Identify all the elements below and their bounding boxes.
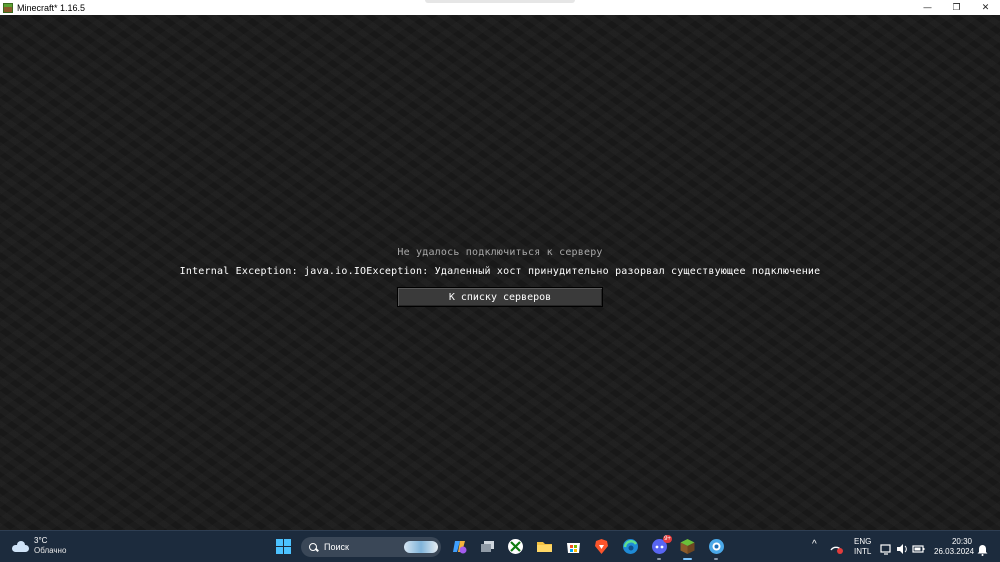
battery-icon[interactable] — [912, 540, 925, 553]
windows-logo-pane — [284, 539, 291, 546]
minecraft-icon[interactable] — [679, 538, 696, 560]
language-code: ENG — [854, 537, 872, 546]
clock-date: 26.03.2024 — [934, 547, 975, 556]
weather-condition: Облачно — [34, 546, 67, 555]
search-icon — [309, 542, 318, 552]
disconnect-reason: Internal Exception: java.io.IOException:… — [179, 266, 821, 277]
windows-logo-icon — [276, 539, 283, 546]
notification-bell-icon[interactable] — [977, 541, 988, 556]
titlebar-drag-tab — [425, 0, 575, 3]
weather-text: 3°C Облачно — [34, 536, 66, 556]
restore-button[interactable]: ❐ — [942, 0, 971, 15]
show-hidden-icons-button[interactable]: ^ — [812, 540, 817, 550]
weather-temperature: 3°C — [34, 536, 48, 545]
search-highlight-art — [404, 541, 438, 553]
back-to-server-list-button[interactable]: К списку серверов — [397, 287, 603, 307]
xbox-icon[interactable] — [507, 538, 524, 555]
copilot-icon[interactable] — [451, 538, 468, 555]
taskbar: 3°C Облачно Поиск 9+ ^ ENG INTL 20:30 26… — [0, 530, 1000, 562]
edge-icon[interactable] — [622, 538, 639, 555]
globe-icon[interactable] — [708, 538, 725, 560]
weather-widget[interactable]: 3°C Облачно — [12, 536, 66, 556]
language-indicator[interactable]: ENG INTL — [854, 537, 871, 557]
cloud-icon — [12, 540, 29, 552]
window-title: Minecraft* 1.16.5 — [17, 2, 86, 13]
windows-logo-pane — [284, 547, 291, 554]
folder-icon[interactable] — [536, 538, 553, 555]
task-view-icon[interactable] — [479, 538, 496, 555]
windows-logo-pane — [276, 547, 283, 554]
start-button[interactable] — [276, 539, 291, 554]
volume-icon[interactable] — [896, 540, 908, 554]
keyboard-layout: INTL — [854, 547, 872, 556]
discord-badge: 9+ — [663, 535, 672, 543]
close-button[interactable]: ✕ — [971, 0, 1000, 15]
clock-time: 20:30 — [951, 537, 972, 546]
display-icon[interactable] — [880, 540, 892, 555]
store-icon[interactable] — [565, 538, 582, 555]
taskbar-search[interactable]: Поиск — [301, 537, 441, 557]
game-viewport: Не удалось подключиться к серверу Intern… — [0, 15, 1000, 530]
network-alert-icon[interactable] — [830, 540, 844, 554]
clock[interactable]: 20:30 26.03.2024 — [934, 537, 975, 557]
window-controls: — ❐ ✕ — [913, 0, 1000, 15]
disconnect-title: Не удалось подключиться к серверу — [397, 247, 603, 258]
brave-icon[interactable] — [593, 538, 610, 555]
minecraft-icon — [3, 2, 13, 13]
search-label: Поиск — [324, 542, 349, 552]
window-titlebar[interactable]: Minecraft* 1.16.5 — ❐ ✕ — [0, 0, 1000, 15]
minimize-button[interactable]: — — [913, 0, 942, 15]
discord-icon[interactable]: 9+ — [651, 535, 672, 560]
